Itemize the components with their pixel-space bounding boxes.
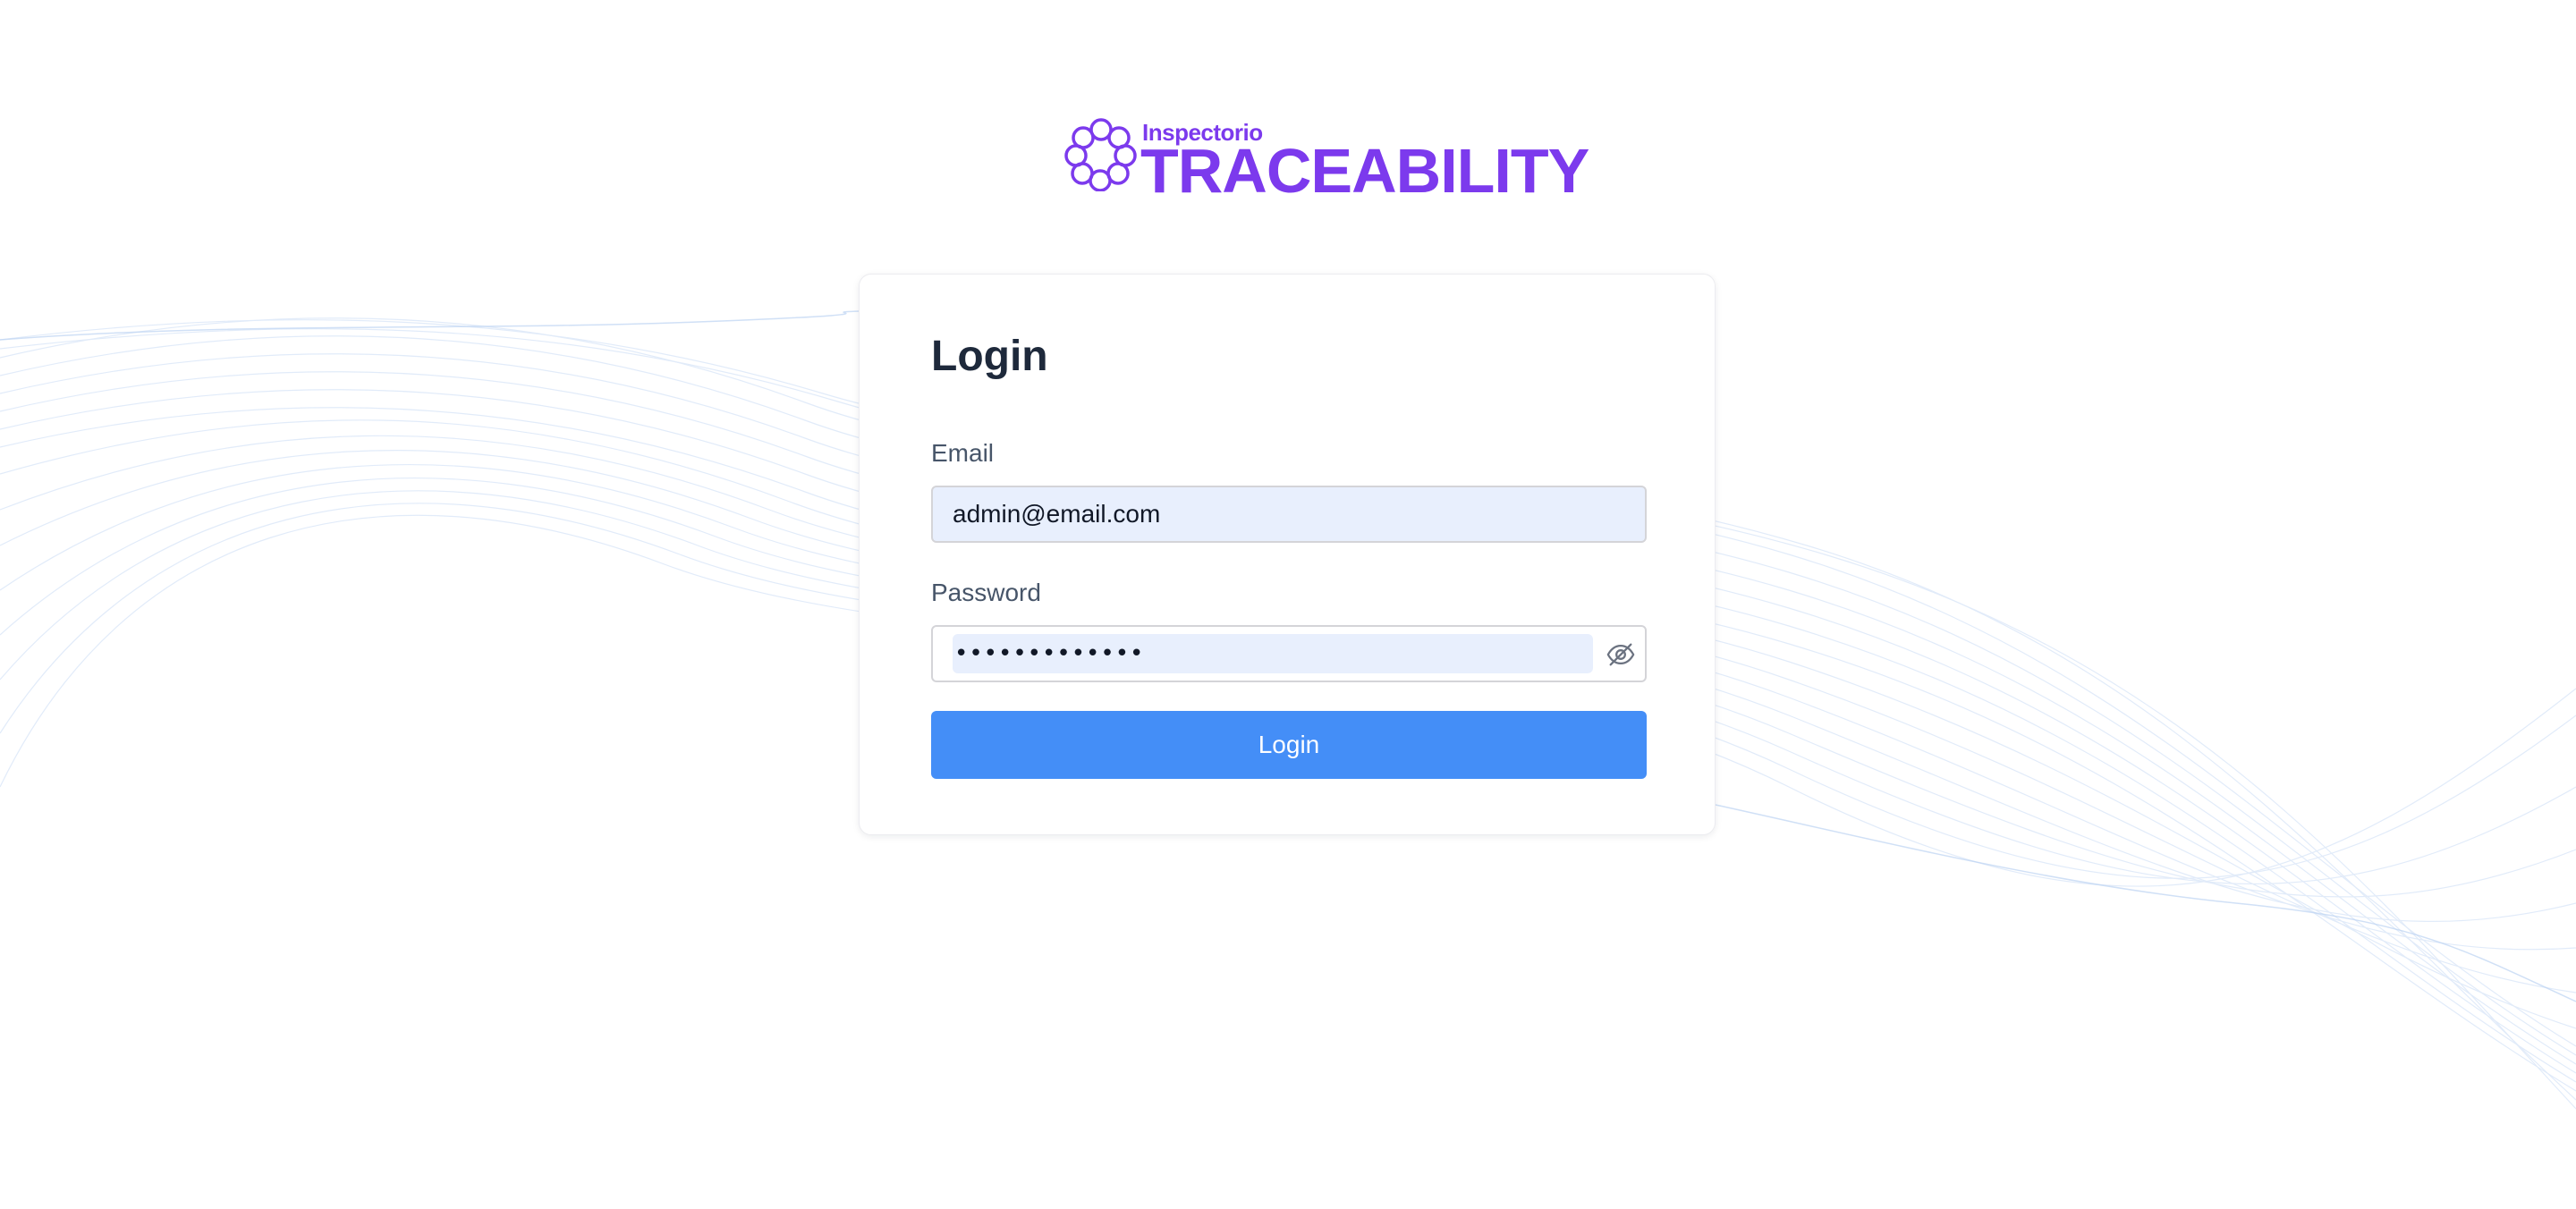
login-page: Inspectorio TRACEABILITY Login Email Pas…: [0, 0, 2576, 1209]
login-title: Login: [931, 333, 1048, 380]
email-label: Email: [931, 439, 995, 467]
password-field: [931, 625, 1647, 682]
eye-off-icon[interactable]: [1606, 639, 1636, 670]
password-label: Password: [931, 579, 1041, 606]
login-button[interactable]: Login: [931, 711, 1647, 779]
logo-rings-icon: [1064, 118, 1137, 191]
traceability-logo: Inspectorio TRACEABILITY: [1064, 114, 1589, 204]
password-input[interactable]: [953, 634, 1593, 673]
logo-main-label: TRACEABILITY: [1140, 136, 1589, 206]
email-input[interactable]: [931, 486, 1647, 543]
login-card: Login Email Password Login: [859, 274, 1716, 835]
